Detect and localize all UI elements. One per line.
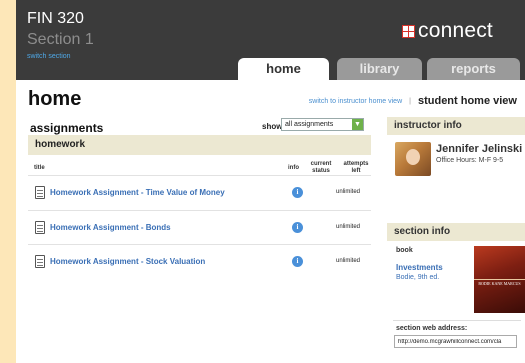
assignment-link[interactable]: Homework Assignment - Time Value of Mone… bbox=[50, 188, 225, 197]
avatar bbox=[395, 142, 431, 176]
tab-home[interactable]: home bbox=[238, 58, 329, 80]
course-code: FIN 320 bbox=[27, 10, 84, 27]
attempts-left: unlimited bbox=[336, 224, 361, 230]
homework-group-label: homework bbox=[35, 139, 86, 150]
connect-logo-icon bbox=[402, 24, 415, 38]
info-icon[interactable]: i bbox=[292, 222, 303, 233]
instructor-info-bar: instructor info bbox=[387, 117, 525, 135]
brand-name: connect bbox=[418, 19, 493, 42]
info-icon[interactable]: i bbox=[292, 256, 303, 267]
show-filter-value: all assignments bbox=[285, 121, 334, 128]
document-icon bbox=[35, 221, 45, 234]
section-info-heading: section info bbox=[394, 226, 451, 237]
view-switcher: switch to instructor home view | student… bbox=[309, 95, 517, 107]
app-window: FIN 320 Section 1 switch section connect… bbox=[16, 0, 525, 363]
current-view-label: student home view bbox=[417, 95, 517, 107]
attempts-left: unlimited bbox=[336, 258, 361, 264]
view-separator: | bbox=[409, 97, 411, 105]
document-icon bbox=[35, 186, 45, 199]
book-label: book bbox=[396, 247, 413, 254]
show-filter-select[interactable]: all assignments ▼ bbox=[281, 118, 364, 131]
assignments-heading: assignments bbox=[30, 121, 104, 135]
page-title: home bbox=[28, 88, 82, 110]
column-header-attempts: attempts left bbox=[343, 161, 369, 174]
instructor-info-heading: instructor info bbox=[394, 120, 462, 131]
brand: connect bbox=[402, 19, 493, 43]
book-cover-image: BODIE KANE MARCUS bbox=[474, 246, 525, 313]
tab-reports[interactable]: reports bbox=[427, 58, 520, 80]
web-address-label: section web address: bbox=[396, 325, 468, 332]
divider bbox=[393, 320, 521, 321]
assignment-row: Homework Assignment - Bonds i unlimited bbox=[28, 210, 371, 245]
instructor-view-link[interactable]: switch to instructor home view bbox=[309, 98, 402, 105]
attempts-left: unlimited bbox=[336, 189, 361, 195]
book-edition: Bodie, 9th ed. bbox=[396, 274, 440, 281]
info-icon[interactable]: i bbox=[292, 187, 303, 198]
assignment-link[interactable]: Homework Assignment - Stock Valuation bbox=[50, 257, 205, 266]
book-cover-text: BODIE KANE MARCUS bbox=[478, 281, 521, 286]
book-title-link[interactable]: Investments bbox=[396, 263, 443, 272]
instructor-name: Jennifer Jelinski bbox=[436, 143, 523, 155]
homework-group-bar: homework bbox=[28, 135, 371, 155]
assignment-link[interactable]: Homework Assignment - Bonds bbox=[50, 223, 171, 232]
column-header-info: info bbox=[288, 165, 299, 171]
switch-section-link[interactable]: switch section bbox=[27, 53, 71, 60]
section-info-bar: section info bbox=[387, 223, 525, 241]
header: FIN 320 Section 1 switch section connect… bbox=[16, 0, 525, 80]
column-header-title: title bbox=[34, 165, 45, 171]
tab-library[interactable]: library bbox=[337, 58, 422, 80]
document-icon bbox=[35, 255, 45, 268]
column-header-status: current status bbox=[310, 161, 332, 174]
assignment-row: Homework Assignment - Time Value of Mone… bbox=[28, 175, 371, 210]
office-hours: Office Hours: M-F 9-5 bbox=[436, 157, 504, 164]
chevron-down-icon[interactable]: ▼ bbox=[352, 119, 363, 130]
web-address-field[interactable] bbox=[394, 335, 517, 348]
course-section: Section 1 bbox=[27, 31, 94, 48]
assignment-row: Homework Assignment - Stock Valuation i … bbox=[28, 244, 371, 279]
